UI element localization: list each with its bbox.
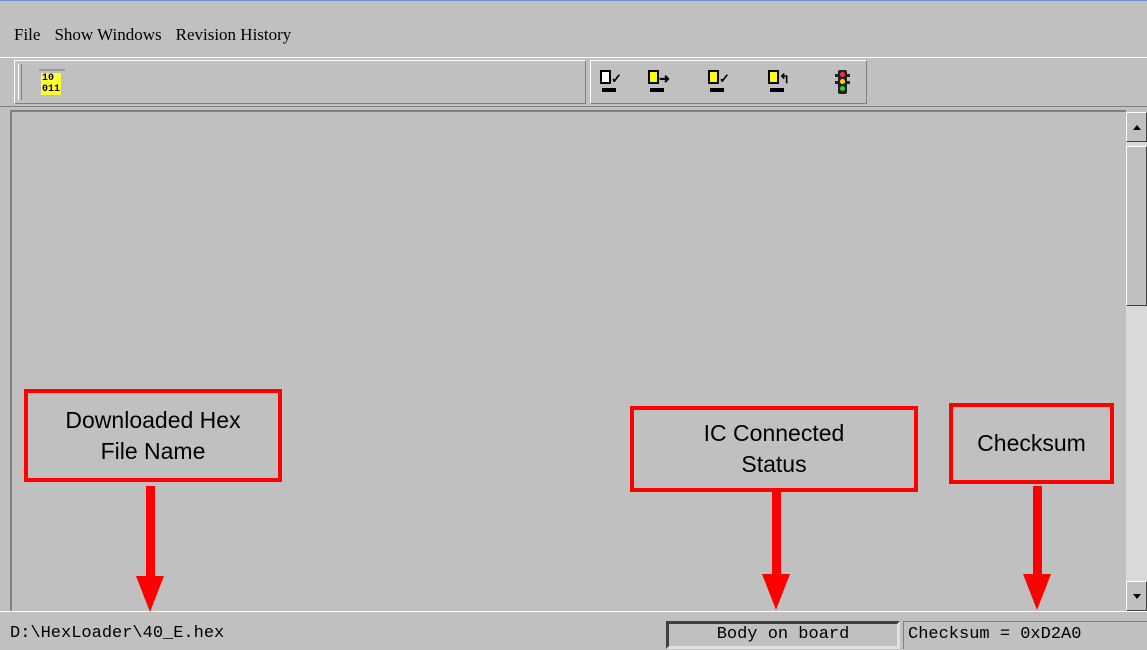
upload-document-icon: ↰ <box>766 68 790 96</box>
arrow-up-icon <box>1132 124 1141 130</box>
traffic-light-icon <box>834 68 850 96</box>
scroll-up-button[interactable] <box>1126 112 1147 142</box>
upload-button[interactable]: ↰ <box>763 67 793 97</box>
check-document-icon: ✓ <box>598 68 622 96</box>
annotation-checksum: Checksum <box>949 403 1114 484</box>
connection-status: Body on board <box>666 621 900 649</box>
toolbar-group-file: 10 011 <box>14 60 586 104</box>
send-button[interactable]: ➜ <box>643 67 673 97</box>
hex-file-path: D:\HexLoader\40_E.hex <box>10 624 225 643</box>
status-button[interactable] <box>827 67 857 97</box>
main-panel <box>10 110 1126 611</box>
scroll-down-button[interactable] <box>1126 581 1147 611</box>
hex-file-icon: 10 011 <box>39 68 65 96</box>
annotation-arrow-check-shaft <box>1033 486 1042 576</box>
open-hex-button[interactable]: 10 011 <box>37 67 67 97</box>
menu-revision-history[interactable]: Revision History <box>170 25 300 45</box>
annotation-arrow-conn-head <box>762 574 790 610</box>
verify-document-icon: ✓ <box>706 68 730 96</box>
status-bar: D:\HexLoader\40_E.hex Body on board Chec… <box>0 611 1147 650</box>
annotation-arrow-check-head <box>1023 574 1051 610</box>
annotation-connected-status: IC Connected Status <box>630 406 918 492</box>
verify-button[interactable]: ✓ <box>703 67 733 97</box>
application-window: File Show Windows Revision History 10 01… <box>0 0 1147 650</box>
menu-bar: File Show Windows Revision History <box>8 15 299 55</box>
menu-file[interactable]: File <box>8 25 48 45</box>
toolbar-group-actions: ✓ ➜ ✓ ↰ <box>590 60 867 104</box>
vertical-scrollbar[interactable] <box>1126 112 1147 611</box>
toolbar-grip[interactable] <box>18 64 22 100</box>
annotation-arrow-file-shaft <box>146 486 155 578</box>
check-button[interactable]: ✓ <box>595 67 625 97</box>
checksum-value: Checksum = 0xD2A0 <box>903 621 1147 649</box>
menu-show-windows[interactable]: Show Windows <box>48 25 169 45</box>
send-document-icon: ➜ <box>646 68 670 96</box>
annotation-file-name: Downloaded Hex File Name <box>24 389 282 482</box>
scroll-thumb[interactable] <box>1126 146 1147 306</box>
arrow-down-icon <box>1132 593 1141 599</box>
annotation-arrow-file-head <box>136 576 164 612</box>
annotation-arrow-conn-shaft <box>772 492 781 576</box>
toolbar: 10 011 ✓ ➜ ✓ ↰ <box>0 57 1147 107</box>
